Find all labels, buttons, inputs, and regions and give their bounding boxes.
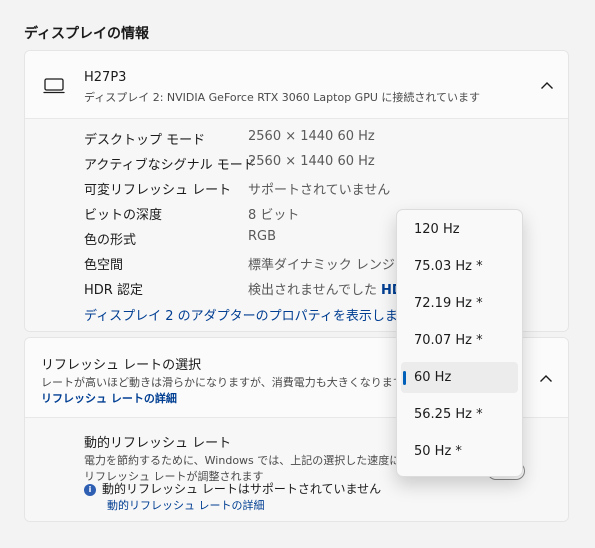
chevron-up-icon[interactable]: [539, 374, 553, 383]
info-label: 色の形式: [84, 233, 137, 248]
rate-option-72-19[interactable]: 72.19 Hz *: [401, 288, 518, 319]
refresh-rate-dropdown[interactable]: 120 Hz 75.03 Hz * 72.19 Hz * 70.07 Hz * …: [396, 209, 523, 477]
refresh-rate-description: レートが高いほど動きは滑らかになりますが、消費電力も大きくなります。: [41, 376, 414, 389]
dynamic-refresh-note: 動的リフレッシュ レートはサポートされていません: [102, 482, 382, 496]
dynamic-refresh-title: 動的リフレッシュ レート: [84, 436, 232, 451]
hdr-value-text: 検出されませんでした: [248, 283, 377, 298]
info-label: HDR 認定: [84, 283, 143, 298]
section-title: ディスプレイの情報: [24, 26, 150, 42]
rate-option-56-25[interactable]: 56.25 Hz *: [401, 399, 518, 430]
info-label: アクティブなシグナル モード: [84, 158, 256, 173]
info-value: RGB: [248, 229, 277, 244]
rate-option-50[interactable]: 50 Hz *: [401, 436, 518, 467]
monitor-icon: [43, 78, 65, 94]
dynamic-refresh-desc: 電力を節約するために、Windows では、上記の選択した速度に合: [84, 454, 412, 467]
info-icon: i: [84, 484, 96, 496]
info-label: デスクトップ モード: [84, 133, 206, 148]
rate-option-60[interactable]: 60 Hz: [401, 362, 518, 393]
dynamic-refresh-details-link[interactable]: 動的リフレッシュ レートの詳細: [107, 497, 265, 513]
display-card-header[interactable]: H27P3 ディスプレイ 2: NVIDIA GeForce RTX 3060 …: [25, 51, 568, 119]
info-value: 8 ビット: [248, 208, 300, 223]
adapter-properties-link[interactable]: ディスプレイ 2 のアダプターのプロパティを表示します: [84, 305, 411, 324]
rate-option-120[interactable]: 120 Hz: [401, 214, 518, 245]
refresh-rate-details-link[interactable]: リフレッシュ レートの詳細: [41, 390, 177, 406]
display-name: H27P3: [84, 70, 127, 85]
refresh-rate-title: リフレッシュ レートの選択: [41, 358, 202, 373]
info-value: 検出されませんでしたHDR: [248, 279, 413, 298]
info-value: 2560 × 1440 60 Hz: [248, 129, 375, 144]
info-label: 可変リフレッシュ レート: [84, 183, 232, 198]
info-label: 色空間: [84, 258, 124, 273]
info-value: サポートされていません: [248, 183, 391, 198]
rate-option-70-07[interactable]: 70.07 Hz *: [401, 325, 518, 356]
info-label: ビットの深度: [84, 208, 163, 223]
chevron-up-icon[interactable]: [540, 81, 554, 90]
display-connection: ディスプレイ 2: NVIDIA GeForce RTX 3060 Laptop…: [84, 91, 481, 104]
rate-option-75-03[interactable]: 75.03 Hz *: [401, 251, 518, 282]
info-value: 2560 × 1440 60 Hz: [248, 154, 375, 169]
